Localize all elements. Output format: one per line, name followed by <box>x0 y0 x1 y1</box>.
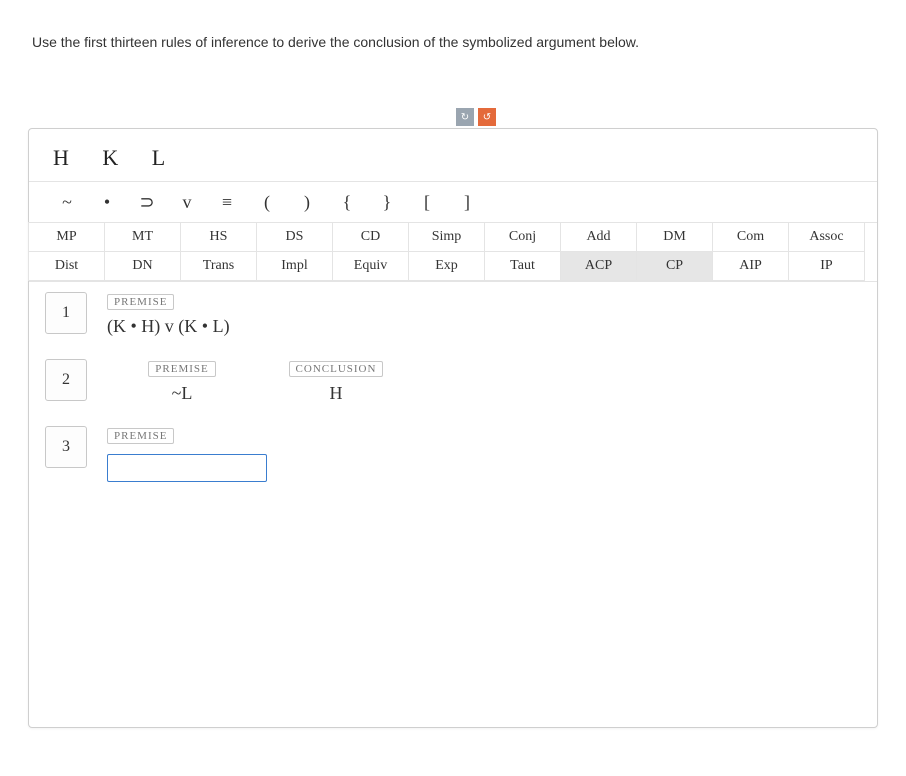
instructions-text: Use the first thirteen rules of inferenc… <box>0 0 906 50</box>
line-number-1[interactable]: 1 <box>45 292 87 334</box>
symbol-dot[interactable]: • <box>87 188 127 216</box>
indicator-bar: ↻ ↺ <box>456 108 496 126</box>
rule-taut[interactable]: Taut <box>484 251 561 281</box>
rule-cp[interactable]: CP <box>636 251 713 281</box>
symbol-equiv[interactable]: ≡ <box>207 188 247 216</box>
symbol-lbrace[interactable]: { <box>327 188 367 216</box>
rule-com[interactable]: Com <box>712 222 789 252</box>
symbol-horseshoe[interactable]: ⊃ <box>127 188 167 216</box>
formula-input-3[interactable] <box>107 454 267 482</box>
rule-add[interactable]: Add <box>560 222 637 252</box>
symbol-vee[interactable]: v <box>167 188 207 216</box>
reset-icon[interactable]: ↺ <box>478 108 496 126</box>
rules-row-2: Dist DN Trans Impl Equiv Exp Taut ACP CP… <box>29 252 877 281</box>
proof-area: 1 PREMISE (K • H) v (K • L) 2 PREMISE ~L… <box>29 282 877 514</box>
line-body-2: PREMISE ~L CONCLUSION H <box>107 359 861 404</box>
line-number-3[interactable]: 3 <box>45 426 87 468</box>
formula-2b: H <box>261 383 411 404</box>
symbol-lbracket[interactable]: [ <box>407 188 447 216</box>
rule-acp[interactable]: ACP <box>560 251 637 281</box>
line-body-3: PREMISE <box>107 426 861 482</box>
formula-1: (K • H) v (K • L) <box>107 316 861 337</box>
symbol-rparen[interactable]: ) <box>287 188 327 216</box>
symbols-row: ~ • ⊃ v ≡ ( ) { } [ ] <box>29 181 877 223</box>
tag-conclusion: CONCLUSION <box>289 361 384 377</box>
premise-col: PREMISE ~L <box>107 361 257 404</box>
rule-aip[interactable]: AIP <box>712 251 789 281</box>
rule-simp[interactable]: Simp <box>408 222 485 252</box>
refresh-icon[interactable]: ↻ <box>456 108 474 126</box>
rule-dn[interactable]: DN <box>104 251 181 281</box>
line-number-2[interactable]: 2 <box>45 359 87 401</box>
rule-exp[interactable]: Exp <box>408 251 485 281</box>
line-body-1: PREMISE (K • H) v (K • L) <box>107 292 861 337</box>
rule-hs[interactable]: HS <box>180 222 257 252</box>
tag-premise-2: PREMISE <box>148 361 215 377</box>
symbol-tilde[interactable]: ~ <box>47 188 87 216</box>
variable-bar: H K L <box>29 129 877 181</box>
rule-mp[interactable]: MP <box>28 222 105 252</box>
rule-ds[interactable]: DS <box>256 222 333 252</box>
rule-dm[interactable]: DM <box>636 222 713 252</box>
tag-premise-3: PREMISE <box>107 428 174 444</box>
rule-trans[interactable]: Trans <box>180 251 257 281</box>
formula-2a: ~L <box>107 383 257 404</box>
conclusion-col: CONCLUSION H <box>261 361 411 404</box>
rule-conj[interactable]: Conj <box>484 222 561 252</box>
rules-row-1: MP MT HS DS CD Simp Conj Add DM Com Asso… <box>29 223 877 252</box>
rule-cd[interactable]: CD <box>332 222 409 252</box>
rule-impl[interactable]: Impl <box>256 251 333 281</box>
proof-line-3: 3 PREMISE <box>45 426 861 482</box>
tag-premise-1: PREMISE <box>107 294 174 310</box>
rule-equiv[interactable]: Equiv <box>332 251 409 281</box>
proof-workspace: H K L ~ • ⊃ v ≡ ( ) { } [ ] MP MT HS DS … <box>28 128 878 728</box>
symbol-lparen[interactable]: ( <box>247 188 287 216</box>
proof-line-2: 2 PREMISE ~L CONCLUSION H <box>45 359 861 404</box>
symbol-rbracket[interactable]: ] <box>447 188 487 216</box>
rule-assoc[interactable]: Assoc <box>788 222 865 252</box>
rules-grid: MP MT HS DS CD Simp Conj Add DM Com Asso… <box>29 223 877 282</box>
proof-line-1: 1 PREMISE (K • H) v (K • L) <box>45 292 861 337</box>
rule-dist[interactable]: Dist <box>28 251 105 281</box>
rule-mt[interactable]: MT <box>104 222 181 252</box>
rule-ip[interactable]: IP <box>788 251 865 281</box>
symbol-rbrace[interactable]: } <box>367 188 407 216</box>
